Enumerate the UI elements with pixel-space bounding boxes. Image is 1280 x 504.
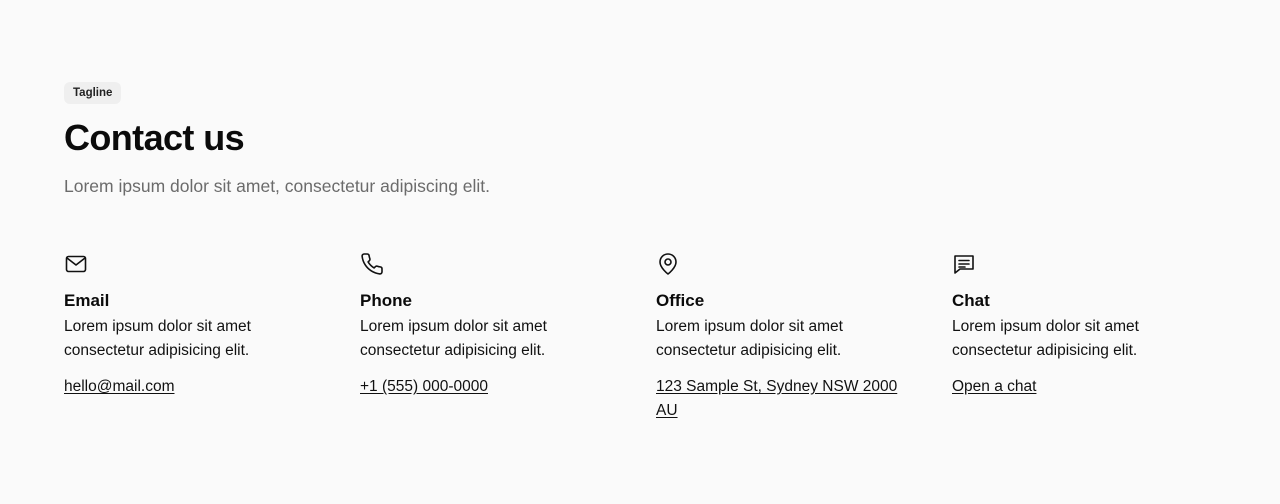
email-link[interactable]: hello@mail.com [64,375,320,399]
contact-card-chat: Chat Lorem ipsum dolor sit amet consecte… [952,252,1248,423]
page-subtitle: Lorem ipsum dolor sit amet, consectetur … [64,176,491,196]
chat-icon [952,252,976,276]
tagline-badge: Tagline [64,82,122,104]
contact-card-description: Lorem ipsum dolor sit amet consectetur a… [656,318,843,359]
phone-icon [360,252,384,276]
open-chat-link[interactable]: Open a chat [952,375,1208,399]
phone-link[interactable]: +1 (555) 000-0000 [360,375,616,399]
office-address-link[interactable]: 123 Sample St, Sydney NSW 2000 AU [656,375,912,423]
mail-icon [64,252,88,276]
contact-section: Tagline Contact us Lorem ipsum dolor sit… [0,0,1280,504]
contact-cards: Email Lorem ipsum dolor sit amet consect… [64,252,1216,423]
page-title: Contact us [64,117,245,158]
contact-card-description: Lorem ipsum dolor sit amet consectetur a… [360,318,547,359]
contact-card-email: Email Lorem ipsum dolor sit amet consect… [64,252,360,423]
contact-card-description: Lorem ipsum dolor sit amet consectetur a… [952,318,1139,359]
map-pin-icon [656,252,680,276]
contact-card-description: Lorem ipsum dolor sit amet consectetur a… [64,318,251,359]
contact-card-title: Phone [360,291,412,310]
contact-card-title: Office [656,291,705,310]
contact-card-title: Chat [952,291,990,310]
contact-card-phone: Phone Lorem ipsum dolor sit amet consect… [360,252,656,423]
contact-card-office: Office Lorem ipsum dolor sit amet consec… [656,252,952,423]
contact-card-title: Email [64,291,110,310]
